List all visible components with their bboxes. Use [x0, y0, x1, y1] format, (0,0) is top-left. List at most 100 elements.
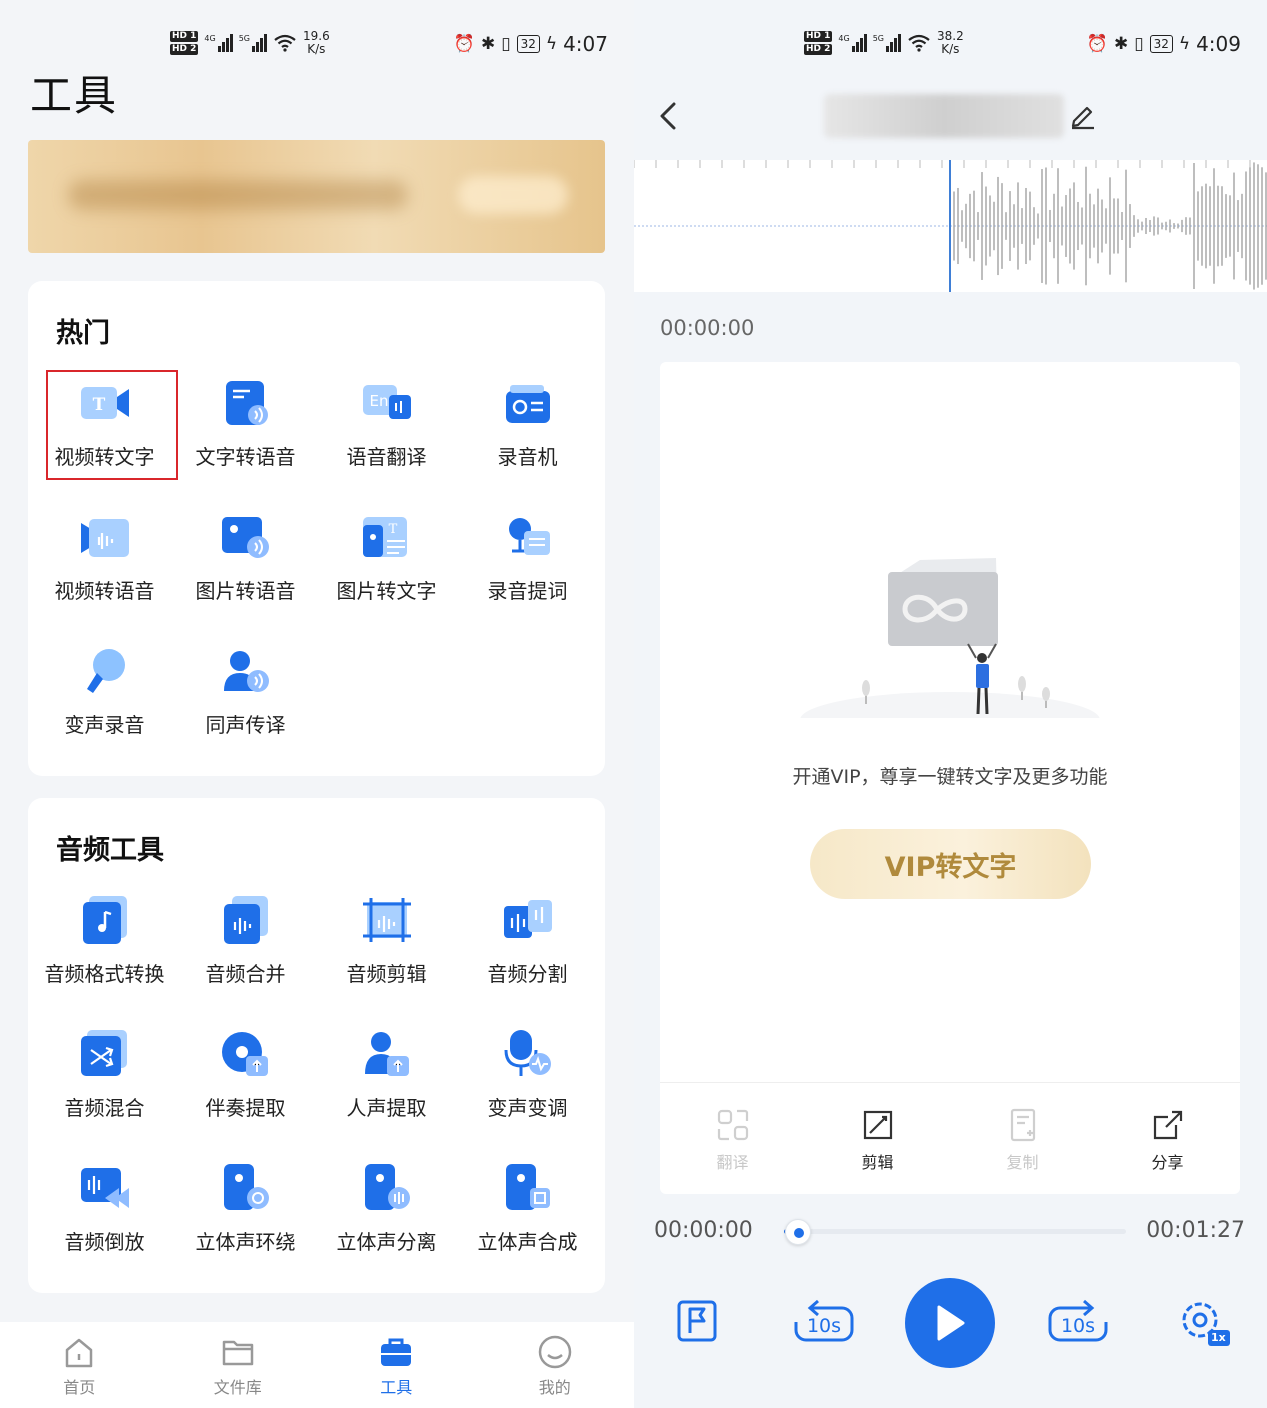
- tool-item[interactable]: 音频格式转换: [34, 890, 175, 1024]
- tool-label: 录音提词: [487, 579, 568, 603]
- crop-action-button[interactable]: 剪辑: [805, 1083, 950, 1194]
- waveform-time: 00:00:00: [660, 316, 755, 340]
- promo-banner[interactable]: [28, 140, 605, 253]
- tool-item[interactable]: 录音提词: [457, 507, 598, 641]
- voice-translate-icon: En: [362, 385, 411, 419]
- signal-5g-icon: 5G: [239, 34, 267, 52]
- tool-item[interactable]: En 语音翻译: [316, 373, 457, 507]
- tab-folder[interactable]: 文件库: [159, 1322, 318, 1408]
- tool-icon-wrap: [500, 509, 556, 565]
- image-to-text-icon: T: [362, 517, 407, 557]
- tool-item[interactable]: T 视频转文字: [34, 370, 178, 507]
- audio-detail-screen: HD 1 HD 2 4G 5G 38.2 K/s ⏰ ✱ ▯ 32 ϟ 4:09 0…: [634, 0, 1267, 1408]
- tool-label: 语音翻译: [346, 445, 427, 469]
- tab-toolbox[interactable]: 工具: [317, 1322, 476, 1408]
- tool-item[interactable]: 音频剪辑: [316, 890, 457, 1024]
- vip-transcribe-button[interactable]: VIP转文字: [810, 829, 1091, 899]
- copy-action-button[interactable]: 复制: [950, 1083, 1095, 1194]
- total-time: 00:01:27: [1146, 1218, 1245, 1243]
- tool-label: 文字转语音: [195, 445, 296, 469]
- net-speed: 38.2 K/s: [937, 29, 964, 56]
- skip-forward-button[interactable]: 10s: [1046, 1298, 1110, 1344]
- system-icons: ⏰ ✱ ▯ 32 ϟ 4:07: [454, 32, 608, 56]
- play-button[interactable]: [905, 1278, 995, 1368]
- bookmark-button[interactable]: [674, 1298, 720, 1344]
- tool-label: 音频格式转换: [44, 962, 165, 986]
- tool-label: 音频混合: [64, 1096, 145, 1120]
- video-to-speech-icon: [80, 519, 129, 557]
- back-arrow-icon[interactable]: [654, 96, 684, 136]
- battery-icon: 32: [516, 35, 540, 53]
- tool-item[interactable]: 音频合并: [175, 890, 316, 1024]
- bookmark-flag-icon: [677, 1300, 717, 1342]
- progress-track[interactable]: [784, 1219, 1126, 1245]
- tool-item[interactable]: T 图片转文字: [316, 507, 457, 641]
- tool-item[interactable]: 变声变调: [457, 1024, 598, 1158]
- action-label: 剪辑: [861, 1153, 894, 1172]
- empty-state-illustration: [800, 558, 1100, 732]
- tab-label: 文件库: [213, 1378, 262, 1397]
- tool-item[interactable]: 文字转语音: [175, 373, 316, 507]
- settings-button[interactable]: 1x: [1176, 1296, 1232, 1348]
- tool-icon-wrap: [218, 1160, 274, 1216]
- profile-icon: [538, 1335, 571, 1369]
- tool-item[interactable]: 变声录音: [34, 641, 175, 775]
- action-bar: 翻译 剪辑 复制 分享: [660, 1082, 1240, 1194]
- tool-label: 音频剪辑: [346, 962, 427, 986]
- tool-label: 变声录音: [64, 713, 145, 737]
- tool-icon-wrap: [218, 892, 274, 948]
- tool-item[interactable]: 音频分割: [457, 890, 598, 1024]
- edit-pencil-icon[interactable]: [1068, 100, 1098, 130]
- skip-back-button[interactable]: 10s: [792, 1298, 856, 1344]
- tool-item[interactable]: 人声提取: [316, 1024, 457, 1158]
- tool-icon-wrap: [359, 1160, 415, 1216]
- folder-icon: [222, 1340, 253, 1366]
- tab-home[interactable]: 首页: [0, 1322, 159, 1408]
- progress-knob[interactable]: [784, 1219, 811, 1245]
- tool-label: 视频转语音: [54, 579, 155, 603]
- tool-label: 立体声分离: [336, 1230, 437, 1254]
- tool-label: 录音机: [497, 445, 558, 469]
- waveform[interactable]: [634, 160, 1267, 292]
- tab-profile[interactable]: 我的: [476, 1322, 635, 1408]
- tool-icon-wrap: [218, 375, 274, 431]
- tool-icon-wrap: [500, 1160, 556, 1216]
- tool-icon-wrap: [359, 1026, 415, 1082]
- signal-5g-icon: 5G: [873, 34, 901, 52]
- tool-item[interactable]: 音频倒放: [34, 1158, 175, 1292]
- audio-tools-card: 音频工具 音频格式转换 音频合并 音频剪辑 音频分割 音频混合 伴奏提取 人声提…: [28, 798, 605, 1293]
- accompaniment-extract-icon: [221, 1032, 268, 1076]
- text-to-speech-icon: [225, 381, 268, 425]
- tool-item[interactable]: 立体声分离: [316, 1158, 457, 1292]
- top-nav: [634, 88, 1267, 148]
- tool-label: 音频分割: [487, 962, 568, 986]
- transcript-area: 开通VIP，尊享一键转文字及更多功能 VIP转文字: [660, 362, 1240, 1082]
- audio-cut-icon: [362, 898, 411, 942]
- svg-text:En: En: [369, 392, 388, 410]
- clock: 4:07: [563, 32, 608, 56]
- share-action-button[interactable]: 分享: [1095, 1083, 1240, 1194]
- tool-icon-wrap: [77, 643, 133, 699]
- tab-label: 我的: [538, 1378, 571, 1397]
- tool-item[interactable]: 视频转语音: [34, 507, 175, 641]
- page-title: 工具: [30, 71, 119, 120]
- share-icon: [1153, 1110, 1182, 1140]
- translate-action-button[interactable]: 翻译: [660, 1083, 805, 1194]
- tool-item[interactable]: 音频混合: [34, 1024, 175, 1158]
- net-speed: 19.6 K/s: [303, 29, 330, 56]
- tool-item[interactable]: 立体声合成: [457, 1158, 598, 1292]
- tool-icon-wrap: [500, 1026, 556, 1082]
- tool-icon-wrap: [77, 892, 133, 948]
- tool-item[interactable]: 图片转语音: [175, 507, 316, 641]
- tool-item[interactable]: 立体声环绕: [175, 1158, 316, 1292]
- pitch-change-icon: [504, 1030, 551, 1076]
- tool-item[interactable]: 伴奏提取: [175, 1024, 316, 1158]
- tool-item[interactable]: 录音机: [457, 373, 598, 507]
- tool-item[interactable]: 同声传译: [175, 641, 316, 775]
- status-bar: HD 1 HD 2 4G 5G 38.2 K/s ⏰ ✱ ▯ 32 ϟ 4:09: [634, 26, 1267, 70]
- voice-changer-record-icon: [86, 649, 125, 693]
- tool-label: 音频合并: [205, 962, 286, 986]
- alarm-icon: ⏰: [453, 34, 475, 54]
- clock: 4:09: [1196, 32, 1241, 56]
- file-title-blurred: [824, 94, 1064, 138]
